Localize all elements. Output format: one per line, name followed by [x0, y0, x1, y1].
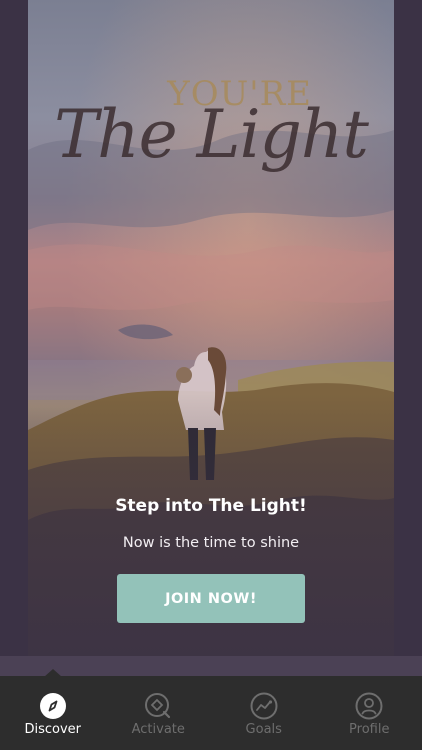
- tab-goals[interactable]: Goals: [211, 676, 317, 750]
- bottom-tab-bar: Discover Activate Goals Profile: [0, 676, 422, 750]
- target-icon: [145, 693, 171, 719]
- tab-goals-label: Goals: [245, 722, 282, 737]
- tab-discover-label: Discover: [24, 722, 82, 737]
- trend-icon: [250, 692, 278, 720]
- content-divider: [0, 656, 422, 676]
- promo-subline: Now is the time to shine: [122, 535, 300, 551]
- tab-activate[interactable]: Activate: [106, 676, 212, 750]
- person-icon: [355, 692, 383, 720]
- tab-activate-label: Activate: [131, 722, 185, 737]
- title-the-light: The Light: [54, 96, 369, 173]
- hero-banner[interactable]: YOU'RE The Light Step into The Light! No…: [28, 0, 394, 656]
- tab-profile[interactable]: Profile: [317, 676, 422, 750]
- join-now-button[interactable]: JOIN NOW!: [117, 574, 305, 623]
- tab-discover[interactable]: Discover: [0, 676, 106, 750]
- app-screen: YOU'RE The Light Step into The Light! No…: [0, 0, 422, 750]
- compass-icon: [39, 693, 66, 719]
- promo-headline: Step into The Light!: [115, 496, 307, 516]
- tab-profile-label: Profile: [349, 722, 390, 737]
